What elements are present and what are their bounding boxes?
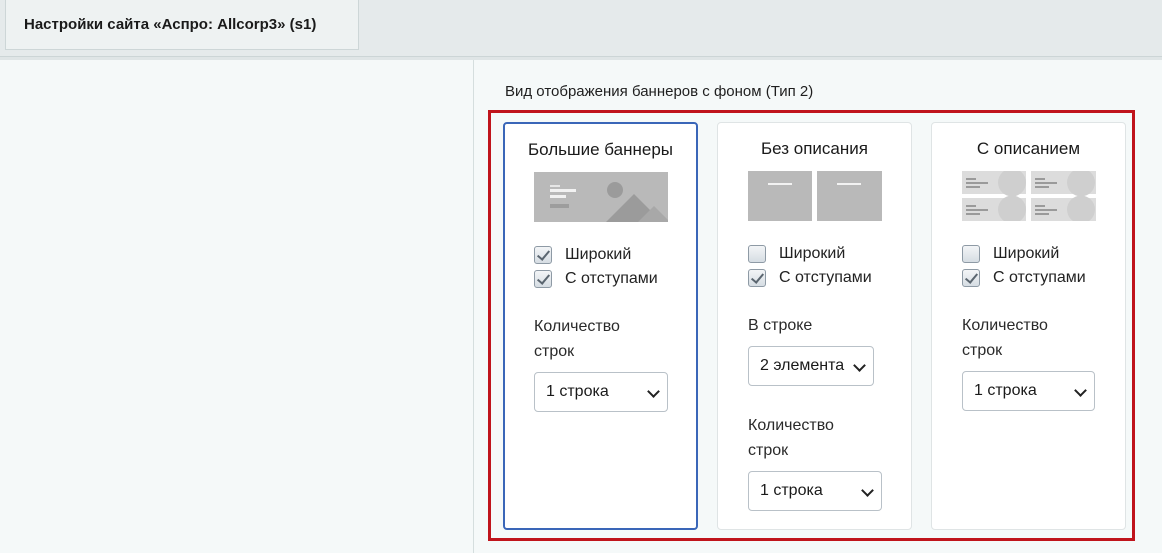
padding-checkbox-row[interactable]: С отступами: [534, 270, 658, 288]
wide-checkbox-row[interactable]: Широкий: [534, 246, 631, 264]
wide-label: Широкий: [993, 245, 1060, 262]
select-value: 1 строка: [760, 482, 823, 499]
rows-count-select[interactable]: 1 строка: [962, 371, 1095, 411]
two-banners-preview-icon: [748, 171, 882, 221]
wide-label: Широкий: [779, 245, 846, 262]
tab-bar: Настройки сайта «Аспро: Allcorp3» (s1): [0, 0, 1162, 60]
padding-label: С отступами: [565, 270, 658, 287]
tab-label: Настройки сайта «Аспро: Allcorp3» (s1): [24, 16, 317, 33]
chevron-down-icon: [861, 484, 874, 497]
four-banners-preview-icon: [962, 171, 1096, 221]
large-banner-preview-icon: [534, 172, 668, 222]
select-value: 1 строка: [974, 382, 1037, 399]
padding-checkbox-row[interactable]: С отступами: [962, 269, 1086, 287]
rows-label-line2: строк: [962, 342, 1003, 359]
banner-option-no-description[interactable]: Без описания Широкий С отступами В строк…: [717, 122, 912, 530]
rows-label-line1: Количество: [748, 417, 834, 434]
rows-count-select[interactable]: 1 строка: [748, 471, 882, 511]
rows-count-select[interactable]: 1 строка: [534, 372, 668, 412]
chevron-down-icon: [647, 385, 660, 398]
padding-label: С отступами: [993, 269, 1086, 286]
padding-label: С отступами: [779, 269, 872, 286]
rows-label-line1: Количество: [962, 317, 1048, 334]
rows-label-line2: строк: [748, 442, 789, 459]
card-title: Без описания: [761, 139, 868, 158]
chevron-down-icon: [1074, 384, 1087, 397]
card-title: С описанием: [976, 139, 1081, 158]
wide-checkbox-row[interactable]: Широкий: [962, 245, 1059, 263]
wide-checkbox[interactable]: [962, 245, 980, 263]
rows-label-line2: строк: [534, 343, 575, 360]
rows-count-label: Количество строк: [534, 314, 620, 364]
padding-checkbox-row[interactable]: С отступами: [748, 269, 872, 287]
padding-checkbox[interactable]: [962, 269, 980, 287]
per-row-label: В строке: [748, 317, 813, 334]
padding-checkbox[interactable]: [534, 270, 552, 288]
wide-checkbox[interactable]: [748, 245, 766, 263]
wide-checkbox[interactable]: [534, 246, 552, 264]
per-row-select[interactable]: 2 элемента: [748, 346, 874, 386]
select-value: 2 элемента: [760, 357, 845, 374]
padding-checkbox[interactable]: [748, 269, 766, 287]
wide-label: Широкий: [565, 246, 632, 263]
section-label: Вид отображения баннеров с фоном (Тип 2): [505, 83, 814, 100]
select-value: 1 строка: [546, 383, 609, 400]
rows-label-line1: Количество: [534, 318, 620, 335]
wide-checkbox-row[interactable]: Широкий: [748, 245, 845, 263]
rows-count-label: Количество строк: [748, 413, 834, 463]
banner-option-large[interactable]: Большие баннеры Широкий С отступами Коли…: [503, 122, 698, 530]
banner-option-with-description[interactable]: С описанием Широкий С отступами Количест…: [931, 122, 1126, 530]
rows-count-label: Количество строк: [962, 313, 1048, 363]
left-panel: [4, 60, 474, 553]
chevron-down-icon: [853, 359, 866, 372]
tab-site-settings[interactable]: Настройки сайта «Аспро: Allcorp3» (s1): [5, 0, 359, 50]
card-title: Большие баннеры: [527, 140, 674, 159]
